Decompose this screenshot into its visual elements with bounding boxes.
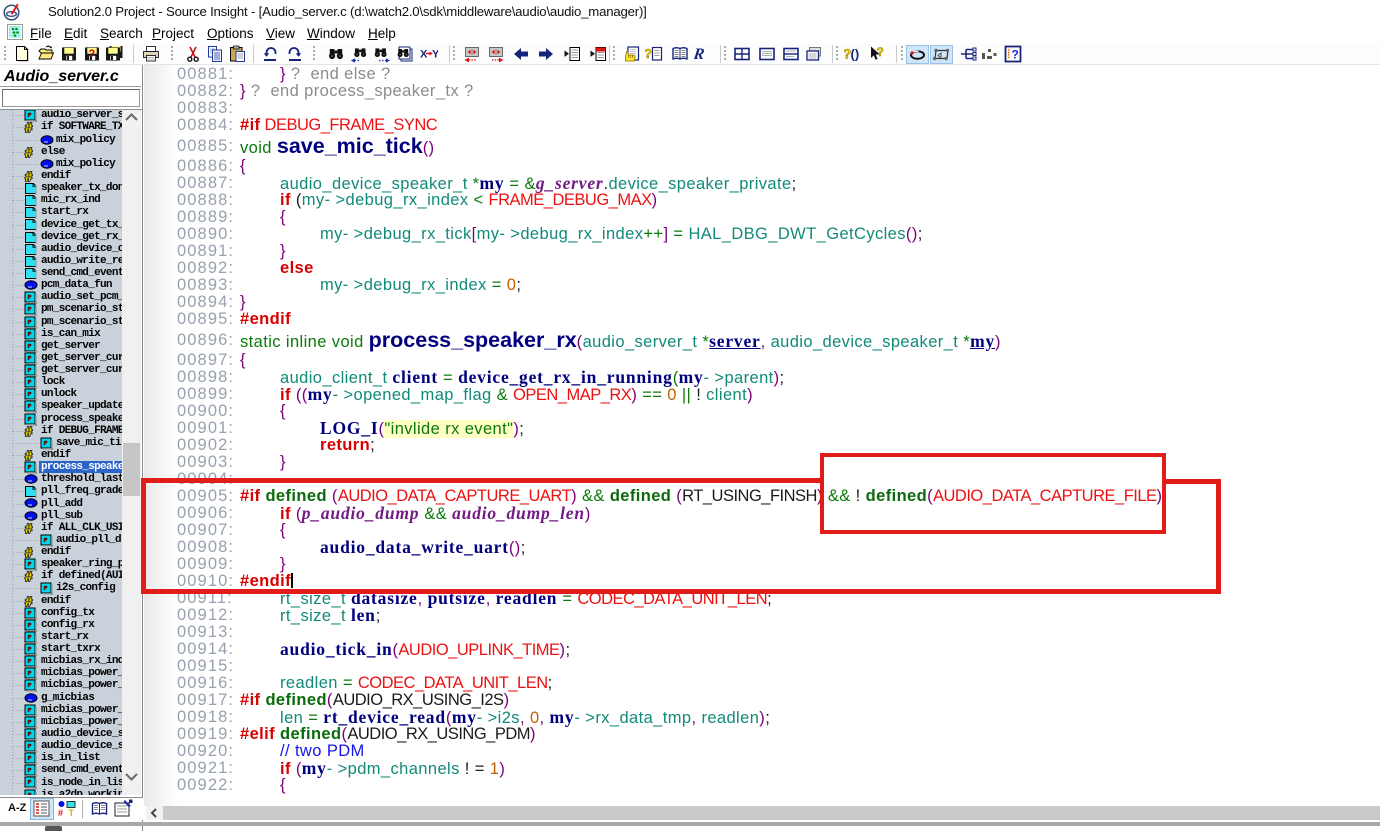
svg-text:#: #: [58, 808, 63, 818]
svg-text:#: #: [25, 425, 33, 438]
svg-text:#: #: [25, 170, 33, 183]
svg-text:#: #: [25, 449, 33, 462]
svg-text:?: ?: [1012, 48, 1019, 62]
svg-text:#: #: [25, 146, 33, 159]
svg-text:R: R: [694, 46, 706, 63]
svg-text:#: #: [25, 595, 33, 608]
svg-text:?: ?: [89, 48, 96, 60]
svg-text:#: #: [25, 546, 33, 559]
svg-text:#: #: [25, 522, 33, 535]
svg-text:#: #: [25, 570, 33, 583]
svg-text:T: T: [69, 808, 75, 818]
svg-text:#: #: [25, 121, 33, 134]
svg-text:?: ?: [645, 46, 652, 61]
svg-text:(): (): [851, 47, 860, 62]
svg-text:Y: Y: [432, 49, 438, 61]
svg-text:?: ?: [877, 45, 884, 59]
svg-text:X: X: [420, 49, 428, 61]
